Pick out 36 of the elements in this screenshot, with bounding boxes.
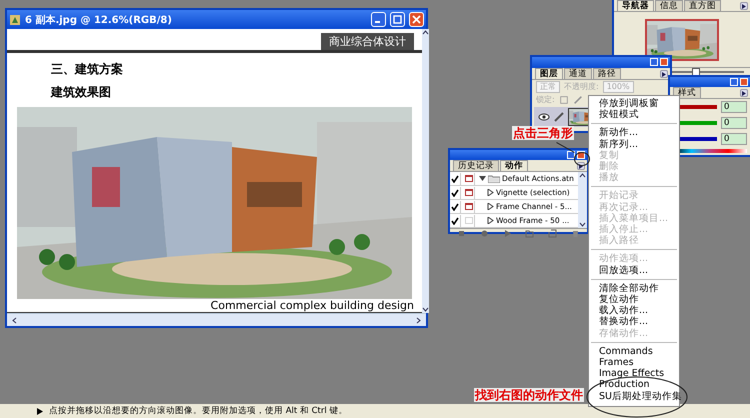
- menu-item[interactable]: 载入动作...: [589, 305, 679, 316]
- menu-item[interactable]: SU后期处理动作集: [589, 390, 679, 402]
- window-title: 6 副本.jpg @ 12.6%(RGB/8): [25, 14, 173, 26]
- menu-item[interactable]: Image Effects: [589, 368, 679, 380]
- image-caption: Commercial complex building design: [210, 299, 414, 312]
- menu-item[interactable]: 按钮模式: [589, 109, 679, 120]
- menu-item[interactable]: 清除全部动作: [589, 282, 679, 294]
- panel-tab[interactable]: 直方图: [684, 0, 721, 11]
- panel-tab[interactable]: 图层: [535, 68, 563, 79]
- menu-item[interactable]: 新动作...: [589, 127, 679, 139]
- menu-item[interactable]: Production: [589, 379, 679, 391]
- menu-item[interactable]: 回放选项...: [589, 264, 679, 276]
- section-heading: 三、建筑方案: [51, 61, 124, 78]
- panel-tab[interactable]: 历史记录: [453, 160, 499, 171]
- annotation-text: 点击三角形: [512, 126, 574, 140]
- menu-item[interactable]: 新序列...: [589, 138, 679, 150]
- menu-item[interactable]: 替换动作...: [589, 316, 679, 328]
- channel-value-field[interactable]: 0: [721, 117, 747, 129]
- channel-value-field[interactable]: 0: [721, 133, 747, 145]
- opacity-label: 不透明度:: [564, 82, 599, 92]
- panel-tab[interactable]: 样式: [673, 87, 701, 98]
- panel-tab[interactable]: 动作: [500, 160, 528, 171]
- status-text: 点按并拖移以沿想要的方向滚动图像。要用附加选项，使用 Alt 和 Ctrl 键。: [49, 405, 348, 417]
- header-label: 商业综合体设计: [321, 33, 414, 50]
- panel-tab[interactable]: 信息: [655, 0, 683, 11]
- section-subheading: 建筑效果图: [51, 84, 112, 101]
- panel-tab[interactable]: 路径: [593, 68, 621, 79]
- panel-tab[interactable]: 通道: [564, 68, 592, 79]
- channel-value-field[interactable]: 0: [721, 101, 747, 113]
- menu-item[interactable]: Commands: [589, 346, 679, 358]
- annotation-text: 找到右图的动作文件: [474, 388, 584, 402]
- menu-item[interactable]: 停放到调板窗: [589, 98, 679, 110]
- panel-tab[interactable]: 导航器: [617, 0, 654, 11]
- menu-item[interactable]: 复位动作: [589, 294, 679, 306]
- menu-item[interactable]: Frames: [589, 357, 679, 368]
- lock-label: 锁定:: [536, 95, 555, 105]
